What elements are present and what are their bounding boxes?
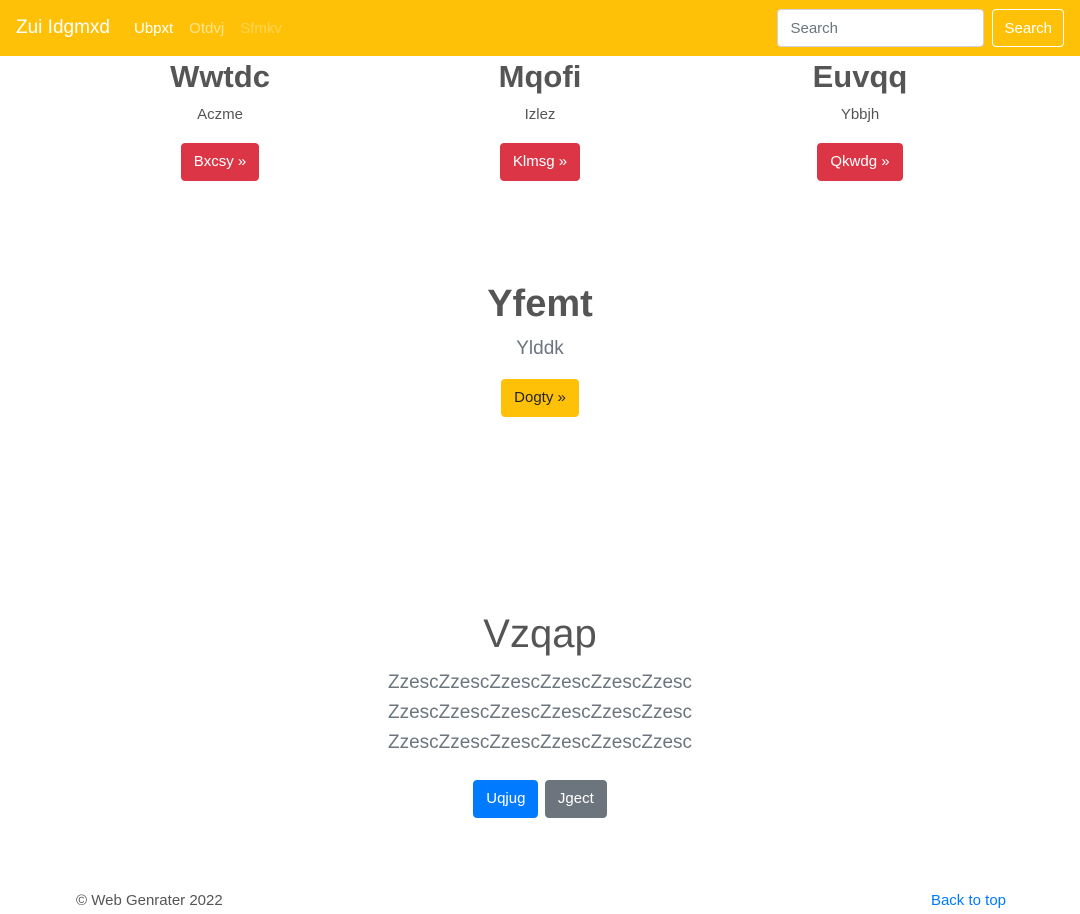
- feature-title: Euvqq: [812, 59, 908, 94]
- feature-title: Wwtdc: [170, 59, 270, 94]
- primary-button[interactable]: Uqjug: [473, 780, 539, 818]
- jumbotron-title: Vzqap: [483, 612, 597, 656]
- feature-column-1: Wwtdc Aczme Bxcsy »: [60, 58, 380, 181]
- feature-button[interactable]: Qkwdg »: [817, 143, 903, 181]
- feature-button[interactable]: Bxcsy »: [180, 143, 260, 181]
- back-to-top-link[interactable]: Back to top: [931, 892, 1006, 909]
- navbar-search-form: Search: [777, 9, 1064, 47]
- navbar: Zui Idgmxd Ubpxt Otdvj Sfmkv Search: [0, 0, 1080, 56]
- feature-title: Mqofi: [498, 59, 582, 94]
- jumbotron-actions: Uqjug Jgect: [0, 780, 1080, 818]
- feature-column-3: Euvqq Ybbjh Qkwdg »: [700, 58, 1020, 181]
- nav-link-sfmkv[interactable]: Sfmkv: [240, 20, 282, 37]
- feature-button[interactable]: Klmsg »: [499, 143, 581, 181]
- feature-text: Izlez: [524, 106, 556, 123]
- navbar-brand[interactable]: Zui Idgmxd: [16, 17, 110, 39]
- search-button[interactable]: Search: [992, 9, 1064, 47]
- jumbotron: Vzqap ZzescZzescZzescZzescZzescZzesc Zze…: [0, 610, 1080, 818]
- hero-section: Yfemt Ylddk Dogty »: [0, 282, 1080, 417]
- feature-text: Aczme: [197, 106, 243, 123]
- jumbotron-lead: ZzescZzescZzescZzescZzescZzesc ZzescZzes…: [387, 672, 693, 753]
- feature-column-2: Mqofi Izlez Klmsg »: [380, 58, 700, 181]
- nav-link-ubpxt[interactable]: Ubpxt: [134, 20, 173, 37]
- secondary-button[interactable]: Jgect: [544, 780, 607, 818]
- nav-link-otdvj[interactable]: Otdvj: [189, 20, 224, 37]
- hero-button[interactable]: Dogty »: [501, 379, 579, 417]
- footer: © Web Genrater 2022 Back to top: [76, 892, 1006, 909]
- search-input[interactable]: [777, 9, 985, 47]
- feature-text: Ybbjh: [840, 106, 880, 123]
- hero-title: Yfemt: [487, 283, 593, 325]
- hero-subtitle: Ylddk: [516, 338, 564, 359]
- footer-copyright: © Web Genrater 2022: [76, 892, 223, 909]
